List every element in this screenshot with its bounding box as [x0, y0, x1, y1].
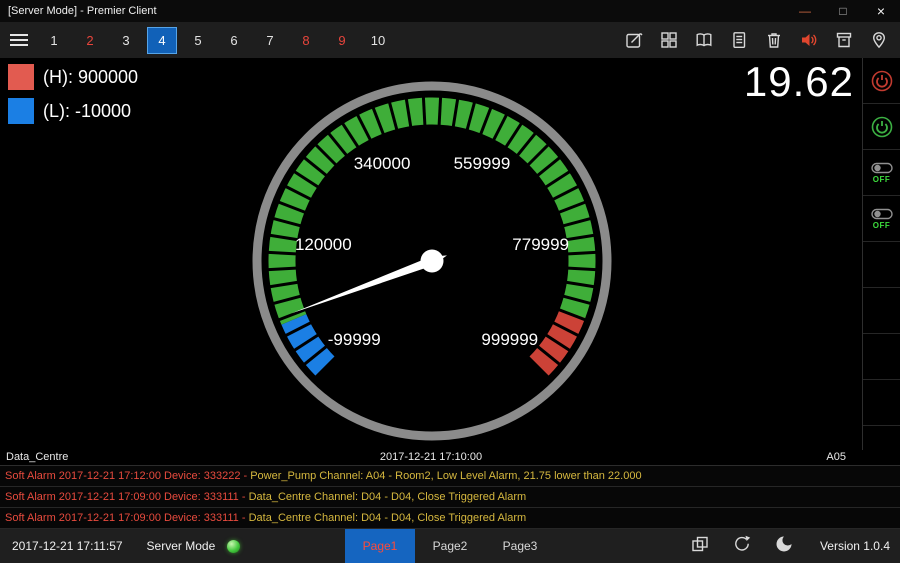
- window-controls: — □ ×: [786, 0, 900, 22]
- trash-icon[interactable]: [756, 27, 791, 53]
- alarm-message: Data_Centre Channel: D04 - D04, Close Tr…: [246, 491, 527, 503]
- page-button-1[interactable]: 1: [39, 27, 69, 54]
- page-button-5[interactable]: 5: [183, 27, 213, 54]
- close-button[interactable]: ×: [862, 0, 900, 22]
- menu-icon[interactable]: [0, 27, 36, 53]
- switch-icon: OFF: [871, 208, 893, 230]
- alarm-row[interactable]: Soft Alarm 2017-12-21 17:09:00 Device: 3…: [0, 508, 900, 529]
- control-panel: OFF OFF: [862, 58, 900, 450]
- toggle-off-1[interactable]: OFF: [863, 150, 900, 196]
- alarm-severity-time: Soft Alarm 2017-12-21 17:09:00 Device: 3…: [5, 512, 246, 524]
- alarm-severity-time: Soft Alarm 2017-12-21 17:12:00 Device: 3…: [5, 470, 247, 482]
- current-value: 19.62: [744, 58, 854, 106]
- panel-timestamp: 2017-12-21 17:10:00: [0, 451, 862, 463]
- alarm-message: Power_Pump Channel: A04 - Room2, Low Lev…: [247, 470, 641, 482]
- cards-icon[interactable]: [651, 27, 686, 53]
- status-icons: [690, 534, 794, 559]
- gauge: -99999 120000 340000 559999 779999 999999: [247, 76, 617, 446]
- speaker-icon[interactable]: [791, 27, 826, 53]
- svg-text:-99999: -99999: [328, 330, 381, 349]
- status-bar: 2017-12-21 17:11:57 Server Mode Page1Pag…: [0, 529, 900, 563]
- theme-moon-icon[interactable]: [774, 534, 794, 559]
- location-icon[interactable]: [861, 27, 896, 53]
- empty-cell: [863, 380, 900, 426]
- alarm-severity-time: Soft Alarm 2017-12-21 17:09:00 Device: 3…: [5, 491, 246, 503]
- page-button-9[interactable]: 9: [327, 27, 357, 54]
- high-threshold-row: (H): 900000: [8, 64, 138, 90]
- minimize-button[interactable]: —: [786, 0, 824, 22]
- archive-icon[interactable]: [826, 27, 861, 53]
- sync-icon[interactable]: [732, 534, 752, 559]
- empty-cell: [863, 334, 900, 380]
- version-label: Version 1.0.4: [794, 539, 900, 553]
- high-threshold-swatch: [8, 64, 34, 90]
- status-led: [227, 540, 240, 553]
- threshold-legend: (H): 900000 (L): -10000: [8, 64, 138, 132]
- alarm-list: Soft Alarm 2017-12-21 17:12:00 Device: 3…: [0, 465, 900, 529]
- switch-icon: OFF: [871, 162, 893, 184]
- power-button-green[interactable]: [863, 104, 900, 150]
- page-tabs: Page1Page2Page3: [345, 529, 555, 563]
- power-button-red[interactable]: [863, 58, 900, 104]
- tab-page2[interactable]: Page2: [415, 529, 485, 563]
- page-button-7[interactable]: 7: [255, 27, 285, 54]
- low-threshold-swatch: [8, 98, 34, 124]
- gauge-panel: (H): 900000 (L): -10000 19.62 -99999 1200…: [0, 58, 862, 450]
- power-icon: [870, 115, 894, 139]
- low-threshold-row: (L): -10000: [8, 98, 138, 124]
- edit-icon[interactable]: [616, 27, 651, 53]
- toolbar: 12345678910: [0, 22, 900, 58]
- page-button-10[interactable]: 10: [363, 27, 393, 54]
- svg-text:559999: 559999: [454, 154, 511, 173]
- status-time: 2017-12-21 17:11:57: [0, 539, 123, 553]
- alarm-row[interactable]: Soft Alarm 2017-12-21 17:09:00 Device: 3…: [0, 487, 900, 508]
- book-icon[interactable]: [686, 27, 721, 53]
- off-label: OFF: [873, 175, 891, 184]
- svg-text:120000: 120000: [295, 235, 352, 254]
- journal-icon[interactable]: [721, 27, 756, 53]
- tab-page3[interactable]: Page3: [485, 529, 555, 563]
- power-icon: [870, 69, 894, 93]
- window-title: [Server Mode] - Premier Client: [0, 5, 157, 17]
- maximize-button[interactable]: □: [824, 0, 862, 22]
- panel-footer: Data_Centre 2017-12-21 17:10:00 A05: [0, 450, 862, 465]
- title-bar: [Server Mode] - Premier Client — □ ×: [0, 0, 900, 22]
- low-threshold-label: (L): -10000: [43, 101, 131, 122]
- high-threshold-label: (H): 900000: [43, 67, 138, 88]
- channel-id: A05: [826, 451, 846, 463]
- premier-client-window: [Server Mode] - Premier Client — □ × 123…: [0, 0, 900, 563]
- svg-text:999999: 999999: [481, 330, 538, 349]
- svg-text:779999: 779999: [512, 235, 569, 254]
- empty-cell: [863, 242, 900, 288]
- page-button-6[interactable]: 6: [219, 27, 249, 54]
- page-button-3[interactable]: 3: [111, 27, 141, 54]
- svg-text:340000: 340000: [354, 154, 411, 173]
- page-button-8[interactable]: 8: [291, 27, 321, 54]
- off-label: OFF: [873, 221, 891, 230]
- page-button-4[interactable]: 4: [147, 27, 177, 54]
- toggle-off-2[interactable]: OFF: [863, 196, 900, 242]
- empty-cell: [863, 288, 900, 334]
- alarm-row[interactable]: Soft Alarm 2017-12-21 17:12:00 Device: 3…: [0, 466, 900, 487]
- page-selector: 12345678910: [36, 27, 396, 54]
- alarm-message: Data_Centre Channel: D04 - D04, Close Tr…: [246, 512, 527, 524]
- layout-icon[interactable]: [690, 534, 710, 559]
- server-mode-label: Server Mode: [147, 539, 216, 553]
- tab-page1[interactable]: Page1: [345, 529, 415, 563]
- page-button-2[interactable]: 2: [75, 27, 105, 54]
- toolbar-icons: [616, 27, 900, 53]
